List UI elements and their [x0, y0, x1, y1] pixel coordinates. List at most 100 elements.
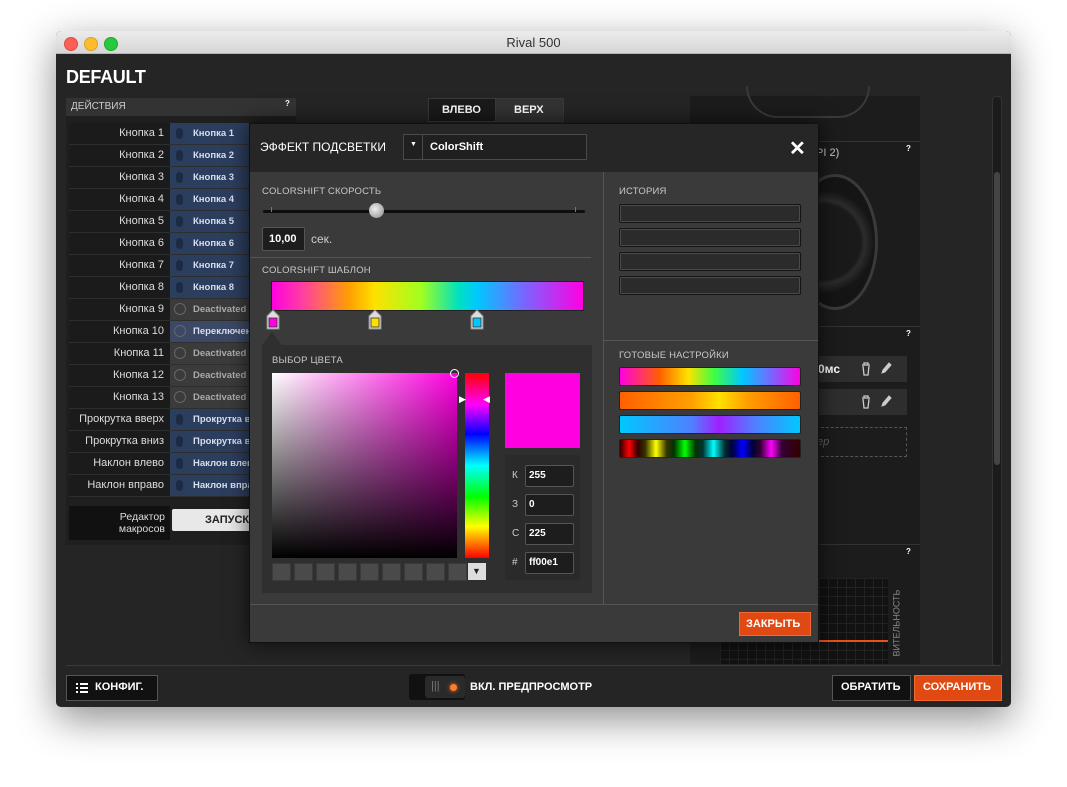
lighting-effect-dialog: ЭФФЕКТ ПОДСВЕТКИ ▼ ColorShift ✕ COLORSHI… — [249, 123, 819, 643]
picker-label: ВЫБОР ЦВЕТА — [272, 355, 343, 366]
actions-header: ДЕЙСТВИЯ ? — [66, 98, 296, 116]
color-swatch[interactable] — [316, 563, 335, 581]
action-row-value-label: Кнопка 2 — [193, 150, 235, 161]
color-swatch[interactable] — [404, 563, 423, 581]
hue-marker-left-icon[interactable]: ▶ — [459, 394, 466, 405]
deactivated-icon — [174, 347, 186, 359]
dialog-header: ЭФФЕКТ ПОДСВЕТКИ ▼ ColorShift ✕ — [250, 124, 818, 172]
revert-button[interactable]: ОБРАТИТЬ — [832, 675, 911, 701]
action-row-value-label: Кнопка 1 — [193, 128, 235, 139]
color-swatch[interactable] — [294, 563, 313, 581]
effect-value: ColorShift — [430, 141, 484, 153]
hue-marker-right-icon[interactable]: ◀ — [483, 394, 490, 405]
action-row-value-label: Deactivated — [193, 348, 247, 359]
mouse-icon — [176, 216, 183, 227]
history-slot-1[interactable] — [619, 204, 801, 223]
dpi-label-fragment: PI 2) — [816, 147, 840, 159]
speed-input[interactable]: 10,00 — [262, 227, 305, 251]
preview-toggle[interactable]: ||| — [409, 674, 465, 700]
color-field-input[interactable]: 0 — [525, 494, 574, 516]
color-field-value: 0 — [529, 499, 535, 510]
macro-dropzone[interactable]: ер — [816, 427, 907, 457]
slider-tick — [575, 207, 576, 212]
preview-toggle-knob[interactable]: ||| — [425, 676, 465, 698]
action-row-name: Прокрутка вверх — [79, 413, 164, 425]
profile-name: DEFAULT — [66, 67, 146, 87]
effect-dropdown[interactable]: ▼ ColorShift — [403, 134, 587, 160]
close-icon[interactable]: ✕ — [789, 136, 806, 161]
app-window: Rival 500 DEFAULT ДЕЙСТВИЯ ? Кнопка 1 Кно… — [56, 31, 1011, 707]
macro-delay-fragment: 0мс — [818, 362, 841, 376]
history-slot-3[interactable] — [619, 252, 801, 271]
pencil-icon[interactable] — [880, 394, 892, 408]
scrollbar-track[interactable] — [992, 96, 1002, 666]
template-label: COLORSHIFT ШАБЛОН — [262, 265, 371, 276]
color-swatch[interactable] — [382, 563, 401, 581]
pencil-icon[interactable] — [880, 361, 892, 375]
color-swatch[interactable] — [338, 563, 357, 581]
action-row-name: Наклон вправо — [87, 479, 164, 491]
tab-left[interactable]: ВЛЕВО — [429, 99, 496, 121]
speed-slider-track[interactable] — [263, 210, 585, 213]
preset-rainbow[interactable] — [619, 367, 801, 386]
dialog-title: ЭФФЕКТ ПОДСВЕТКИ — [260, 140, 386, 154]
color-swatch[interactable] — [448, 563, 467, 581]
gradient-stop[interactable] — [368, 309, 382, 330]
action-row-name: Кнопка 10 — [112, 325, 164, 337]
trash-icon[interactable] — [860, 362, 872, 376]
history-slot-2[interactable] — [619, 228, 801, 247]
mouse-icon — [176, 458, 183, 469]
gradient-stop[interactable] — [266, 309, 280, 330]
color-field-input[interactable]: ff00e1 — [525, 552, 574, 574]
action-row-name: Кнопка 12 — [112, 369, 164, 381]
mouse-icon — [176, 238, 183, 249]
dropdown-toggle[interactable]: ▼ — [404, 135, 423, 159]
divider — [66, 665, 1000, 666]
color-swatch[interactable] — [360, 563, 379, 581]
saturation-value-field[interactable] — [272, 373, 457, 558]
tab-left-label: ВЛЕВО — [442, 104, 481, 116]
preset-fire[interactable] — [619, 391, 801, 410]
tab-top[interactable]: ВЕРХ — [496, 99, 563, 121]
sensitivity-help-icon[interactable]: ? — [906, 547, 911, 556]
slider-tick — [271, 207, 272, 212]
gradient-stop[interactable] — [470, 309, 484, 330]
speed-value: 10,00 — [269, 233, 297, 245]
color-field-input[interactable]: 225 — [525, 523, 574, 545]
dpi-help-icon[interactable]: ? — [906, 144, 911, 153]
macro-item-2[interactable] — [816, 389, 907, 415]
preset-spectrum[interactable] — [619, 439, 801, 458]
color-preview — [505, 373, 580, 448]
mouse-icon — [176, 260, 183, 271]
history-slot-4[interactable] — [619, 276, 801, 295]
trash-icon[interactable] — [860, 395, 872, 409]
macro-item-1[interactable]: 0мс — [816, 356, 907, 382]
config-button[interactable]: КОНФИГ. — [66, 675, 158, 701]
macro-help-icon[interactable]: ? — [906, 329, 911, 338]
swatch-menu-button[interactable]: ▼ — [468, 563, 486, 580]
speed-label: COLORSHIFT СКОРОСТЬ — [262, 186, 382, 197]
color-swatch[interactable] — [272, 563, 291, 581]
action-row-value-label: Кнопка 5 — [193, 216, 235, 227]
color-field-input[interactable]: 255 — [525, 465, 574, 487]
title-bar: Rival 500 — [56, 31, 1011, 54]
macro-editor-label: Редактор макросов — [118, 511, 165, 535]
sensitivity-label-box: ВИТЕЛЬНОСТЬ — [891, 586, 907, 666]
speed-slider-thumb[interactable] — [368, 203, 384, 218]
actions-help-icon[interactable]: ? — [285, 99, 290, 108]
action-row-name: Кнопка 8 — [119, 281, 164, 293]
mouse-icon — [176, 282, 183, 293]
dialog-close-button[interactable]: ЗАКРЫТЬ — [739, 612, 811, 636]
action-row-name: Кнопка 9 — [119, 303, 164, 315]
gradient-template-bar[interactable] — [271, 281, 584, 311]
divider — [603, 172, 604, 604]
list-icon — [76, 683, 88, 693]
led-indicator — [450, 684, 457, 691]
action-row-name: Кнопка 4 — [119, 193, 164, 205]
scrollbar-thumb[interactable] — [994, 172, 1000, 465]
mouse-icon — [176, 194, 183, 205]
picker-cursor[interactable] — [450, 369, 459, 378]
save-button[interactable]: СОХРАНИТЬ — [914, 675, 1002, 701]
preset-ice[interactable] — [619, 415, 801, 434]
color-swatch[interactable] — [426, 563, 445, 581]
